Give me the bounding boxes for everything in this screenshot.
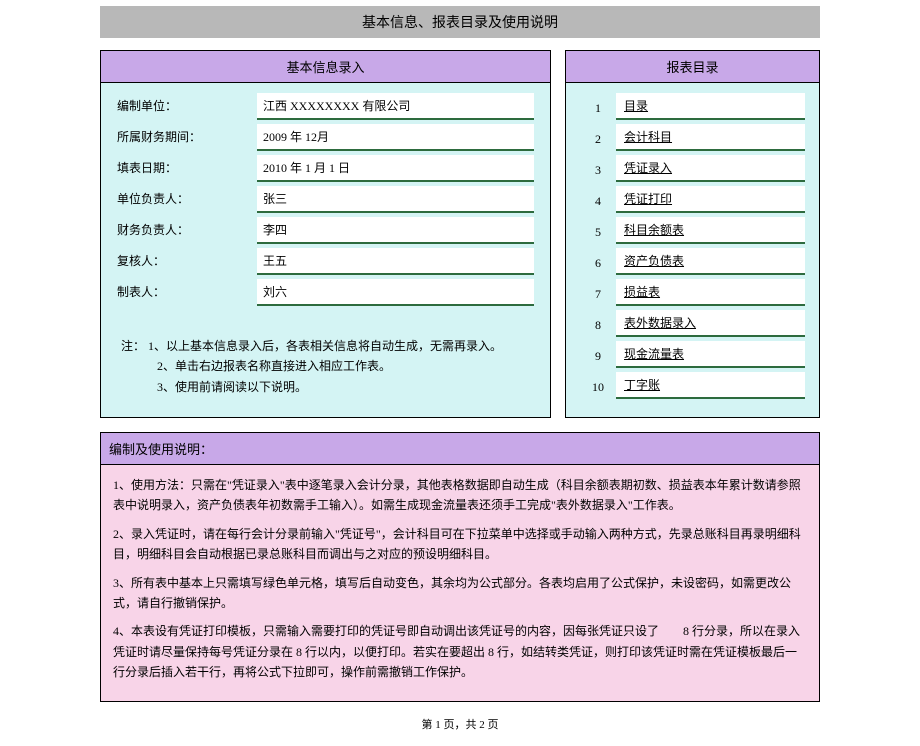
toc-num: 2 (580, 128, 616, 147)
form-row: 制表人： 刘六 (117, 279, 534, 306)
form-label: 填表日期： (117, 155, 257, 176)
toc-link-assets[interactable]: 资产负债表 (616, 248, 805, 275)
instruction-para: 4、本表设有凭证打印模板，只需输入需要打印的凭证号即自动调出该凭证号的内容，因每… (113, 621, 807, 682)
toc-row: 3 凭证录入 (580, 155, 805, 182)
form-value[interactable]: 江西 XXXXXXXX 有限公司 (257, 93, 534, 120)
toc-num: 4 (580, 190, 616, 209)
toc-row: 10 丁字账 (580, 372, 805, 399)
instructions-panel: 编制及使用说明： 1、使用方法：只需在"凭证录入"表中逐笔录入会计分录，其他表格… (100, 432, 820, 702)
basic-info-panel: 基本信息录入 编制单位： 江西 XXXXXXXX 有限公司 所属财务期间： 20… (100, 50, 551, 418)
toc-link-voucher-input[interactable]: 凭证录入 (616, 155, 805, 182)
toc-num: 7 (580, 283, 616, 302)
toc-num: 6 (580, 252, 616, 271)
toc-link-external-data[interactable]: 表外数据录入 (616, 310, 805, 337)
toc-num: 1 (580, 97, 616, 116)
toc-header: 报表目录 (566, 51, 819, 83)
page-title: 基本信息、报表目录及使用说明 (100, 6, 820, 38)
form-value[interactable]: 2009 年 12月 (257, 124, 534, 151)
note-line: 2、单击右边报表名称直接进入相应工作表。 (121, 356, 530, 376)
instruction-para: 1、使用方法：只需在"凭证录入"表中逐笔录入会计分录，其他表格数据即自动生成（科… (113, 475, 807, 516)
toc-panel: 报表目录 1 目录 2 会计科目 3 凭证录入 4 凭证打印 5 科目余额表 (565, 50, 820, 418)
instruction-para: 2、录入凭证时，请在每行会计分录前输入"凭证号"，会计科目可在下拉菜单中选择或手… (113, 524, 807, 565)
toc-row: 8 表外数据录入 (580, 310, 805, 337)
form-row: 复核人： 王五 (117, 248, 534, 275)
form-label: 复核人： (117, 248, 257, 269)
toc-row: 4 凭证打印 (580, 186, 805, 213)
main-container: 基本信息录入 编制单位： 江西 XXXXXXXX 有限公司 所属财务期间： 20… (0, 50, 920, 418)
form-row: 单位负责人： 张三 (117, 186, 534, 213)
form-value[interactable]: 张三 (257, 186, 534, 213)
note-line: 注： 1、以上基本信息录入后，各表相关信息将自动生成，无需再录入。 (121, 336, 530, 356)
toc-area: 1 目录 2 会计科目 3 凭证录入 4 凭证打印 5 科目余额表 6 资产负债… (566, 83, 819, 417)
page-footer: 第 1 页，共 2 页 (0, 702, 920, 746)
toc-num: 3 (580, 159, 616, 178)
form-row: 所属财务期间： 2009 年 12月 (117, 124, 534, 151)
form-label: 所属财务期间： (117, 124, 257, 145)
toc-row: 9 现金流量表 (580, 341, 805, 368)
toc-num: 8 (580, 314, 616, 333)
notes: 注： 1、以上基本信息录入后，各表相关信息将自动生成，无需再录入。 2、单击右边… (101, 318, 550, 411)
toc-num: 5 (580, 221, 616, 240)
form-area: 编制单位： 江西 XXXXXXXX 有限公司 所属财务期间： 2009 年 12… (101, 83, 550, 318)
instructions-header: 编制及使用说明： (101, 433, 819, 465)
toc-link-balance[interactable]: 科目余额表 (616, 217, 805, 244)
toc-link-profit-loss[interactable]: 损益表 (616, 279, 805, 306)
instructions-body: 1、使用方法：只需在"凭证录入"表中逐笔录入会计分录，其他表格数据即自动生成（科… (101, 465, 819, 701)
form-row: 编制单位： 江西 XXXXXXXX 有限公司 (117, 93, 534, 120)
form-label: 制表人： (117, 279, 257, 300)
form-label: 单位负责人： (117, 186, 257, 207)
toc-link-catalog[interactable]: 目录 (616, 93, 805, 120)
toc-row: 7 损益表 (580, 279, 805, 306)
toc-link-accounts[interactable]: 会计科目 (616, 124, 805, 151)
instruction-para: 3、所有表中基本上只需填写绿色单元格，填写后自动变色，其余均为公式部分。各表均启… (113, 573, 807, 614)
toc-num: 9 (580, 345, 616, 364)
toc-link-t-account[interactable]: 丁字账 (616, 372, 805, 399)
toc-row: 1 目录 (580, 93, 805, 120)
toc-row: 5 科目余额表 (580, 217, 805, 244)
form-value[interactable]: 李四 (257, 217, 534, 244)
form-value[interactable]: 王五 (257, 248, 534, 275)
basic-info-header: 基本信息录入 (101, 51, 550, 83)
toc-row: 6 资产负债表 (580, 248, 805, 275)
form-label: 财务负责人： (117, 217, 257, 238)
form-label: 编制单位： (117, 93, 257, 114)
toc-num: 10 (580, 376, 616, 395)
form-value[interactable]: 刘六 (257, 279, 534, 306)
form-row: 填表日期： 2010 年 1 月 1 日 (117, 155, 534, 182)
note-line: 3、使用前请阅读以下说明。 (121, 377, 530, 397)
form-value[interactable]: 2010 年 1 月 1 日 (257, 155, 534, 182)
toc-row: 2 会计科目 (580, 124, 805, 151)
form-row: 财务负责人： 李四 (117, 217, 534, 244)
toc-link-cashflow[interactable]: 现金流量表 (616, 341, 805, 368)
toc-link-voucher-print[interactable]: 凭证打印 (616, 186, 805, 213)
